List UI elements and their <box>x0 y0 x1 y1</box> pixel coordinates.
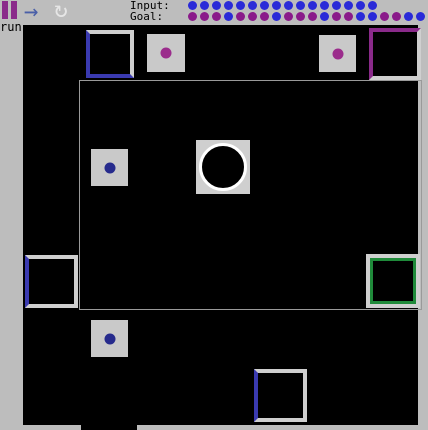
blue-token <box>212 1 221 10</box>
goal-label: Goal: <box>130 10 164 23</box>
purple-token <box>332 12 341 21</box>
blue-token <box>320 1 329 10</box>
arrow-right-icon[interactable]: → <box>24 0 52 23</box>
purple-dot-top[interactable] <box>147 34 185 72</box>
blue-token <box>368 1 377 10</box>
blue-token <box>260 1 269 10</box>
blue-token <box>356 1 365 10</box>
blue-token <box>272 1 281 10</box>
purple-token <box>260 12 269 21</box>
blue-token <box>404 12 413 21</box>
blue-token <box>248 1 257 10</box>
purple-token <box>344 12 353 21</box>
purple-token <box>308 12 317 21</box>
blue-dot <box>104 333 115 344</box>
board-bottom-stub <box>81 424 137 430</box>
ball <box>199 143 247 191</box>
box-bottom[interactable] <box>254 369 307 422</box>
blue-token <box>296 1 305 10</box>
reset-icon[interactable]: ↻ <box>54 0 78 22</box>
purple-token <box>212 12 221 21</box>
blue-token <box>272 12 281 21</box>
purple-token <box>392 12 401 21</box>
blue-token <box>368 12 377 21</box>
ball-tile[interactable] <box>196 140 250 194</box>
blue-dot <box>104 162 115 173</box>
blue-dot-bottom[interactable] <box>91 320 128 357</box>
blue-token <box>188 1 197 10</box>
blue-token <box>332 1 341 10</box>
run-label: run <box>0 20 22 34</box>
blue-token <box>308 1 317 10</box>
box-left[interactable] <box>25 255 78 308</box>
purple-token <box>380 12 389 21</box>
purple-token <box>188 12 197 21</box>
purple-token <box>248 12 257 21</box>
blue-token <box>320 12 329 21</box>
blue-token <box>356 12 365 21</box>
blue-token <box>416 12 425 21</box>
goal-sequence <box>188 12 425 21</box>
purple-token <box>200 12 209 21</box>
box-right-green[interactable] <box>366 254 420 308</box>
purple-dot <box>332 48 343 59</box>
box-top-left[interactable] <box>86 30 134 78</box>
blue-token <box>344 1 353 10</box>
input-sequence <box>188 1 377 10</box>
blue-token <box>224 12 233 21</box>
purple-dot <box>160 47 172 59</box>
blue-token <box>200 1 209 10</box>
purple-token <box>284 12 293 21</box>
purple-token <box>236 12 245 21</box>
box-top-right[interactable] <box>369 28 421 80</box>
purple-token <box>296 12 305 21</box>
blue-dot-left[interactable] <box>91 149 128 186</box>
blue-token <box>224 1 233 10</box>
blue-token <box>284 1 293 10</box>
pause-icon[interactable] <box>1 0 19 20</box>
purple-dot-top-right[interactable] <box>319 35 356 72</box>
blue-token <box>236 1 245 10</box>
